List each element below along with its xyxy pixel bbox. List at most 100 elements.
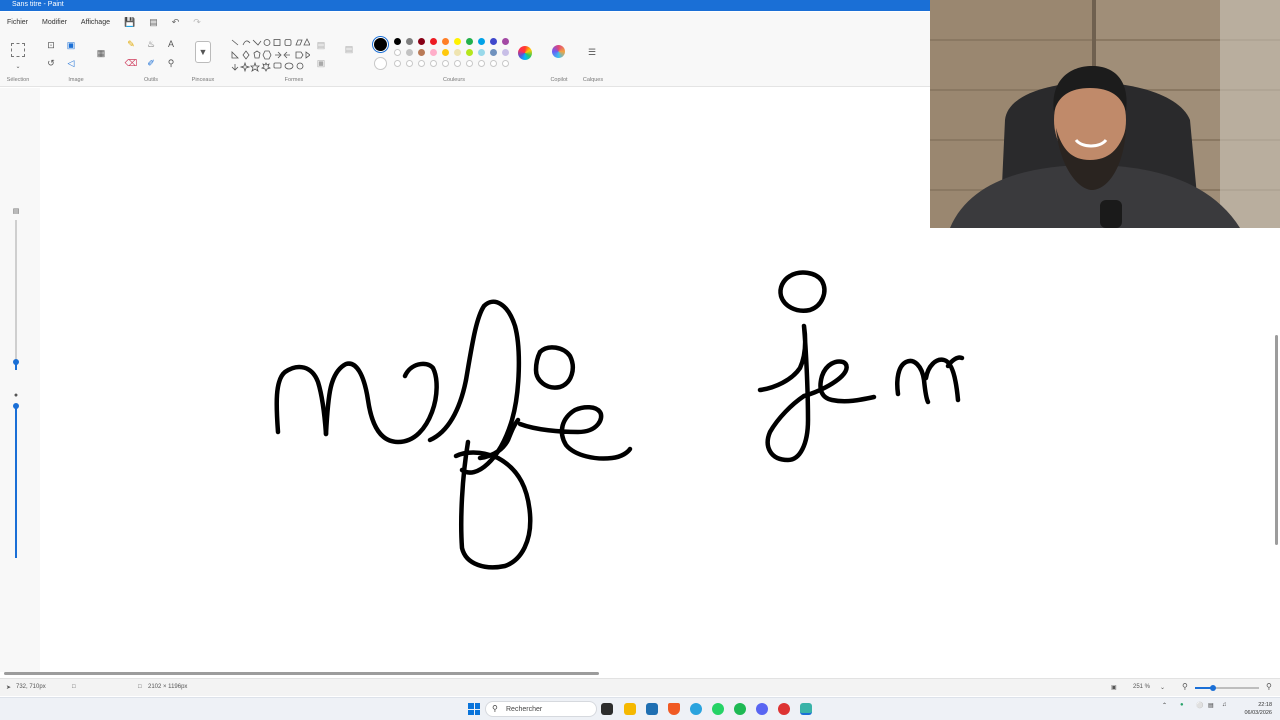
brush-size-slider[interactable] [15, 220, 17, 370]
color-swatch[interactable] [442, 49, 449, 56]
paint-app-icon[interactable] [800, 703, 812, 715]
eraser-icon[interactable]: ⌫ [124, 56, 138, 70]
clock-date: 06/03/2026 [1244, 710, 1272, 716]
chevron-down-icon[interactable]: ⌄ [11, 59, 25, 73]
color-swatch[interactable] [466, 49, 473, 56]
color-swatch[interactable] [490, 49, 497, 56]
tray-chevron-icon[interactable]: ⌃ [1162, 702, 1167, 709]
color-swatch[interactable] [466, 38, 473, 45]
opacity-slider[interactable] [15, 406, 17, 558]
selection-size-icon: □ [72, 684, 76, 690]
menu-fichier[interactable]: Fichier [7, 19, 28, 26]
stroke-m3 [945, 355, 965, 369]
opacity-knob[interactable] [13, 403, 19, 409]
custom-color-slot[interactable] [430, 60, 437, 67]
color-swatch[interactable] [454, 38, 461, 45]
zoom-slider-knob[interactable] [1210, 685, 1216, 691]
edit-colors-icon[interactable] [518, 46, 532, 60]
stroke-dot-j [778, 270, 827, 313]
microphone-icon[interactable]: ⚪ [1196, 702, 1203, 709]
taskbar-clock[interactable]: 22:18 06/03/2026 [1236, 701, 1272, 717]
brush-icon[interactable]: ▼ [195, 41, 211, 63]
resize-icon[interactable]: ▣ [64, 38, 78, 52]
crop-icon[interactable]: ⊡ [44, 38, 58, 52]
spotify-icon[interactable] [734, 703, 746, 715]
fill-bucket-icon[interactable]: ♨ [144, 37, 158, 51]
color-swatch[interactable] [418, 38, 425, 45]
vertical-scrollbar-thumb[interactable] [1275, 335, 1278, 545]
primary-color-swatch[interactable] [374, 38, 387, 51]
custom-color-slot[interactable] [394, 60, 401, 67]
taskbar-search[interactable]: ⚲ Rechercher [485, 701, 597, 717]
color-swatch[interactable] [406, 49, 413, 56]
horizontal-scrollbar[interactable] [4, 672, 1274, 675]
flip-icon[interactable]: ◁ [64, 56, 78, 70]
color-swatch[interactable] [454, 49, 461, 56]
shapes-gallery[interactable] [230, 38, 310, 74]
color-swatch[interactable] [442, 38, 449, 45]
brave-browser-icon[interactable] [668, 703, 680, 715]
copilot-icon[interactable] [552, 45, 565, 58]
fit-to-window-icon[interactable]: ▣ [1111, 684, 1117, 691]
store-icon[interactable] [646, 703, 658, 715]
taskbar-search-placeholder: Rechercher [506, 706, 543, 713]
text-icon[interactable]: A [164, 37, 178, 51]
pencil-icon[interactable]: ✎ [124, 37, 138, 51]
discord-icon[interactable] [756, 703, 768, 715]
undo-icon[interactable]: ↶ [172, 17, 180, 28]
color-swatch[interactable] [430, 49, 437, 56]
whatsapp-icon[interactable] [712, 703, 724, 715]
volume-icon[interactable]: ♫ [1222, 702, 1227, 708]
share-icon[interactable]: ▤ [149, 17, 158, 28]
custom-color-slot[interactable] [502, 60, 509, 67]
custom-color-slot[interactable] [442, 60, 449, 67]
zoom-level[interactable]: 251 % [1133, 684, 1150, 690]
color-swatch[interactable] [490, 38, 497, 45]
custom-color-slot[interactable] [418, 60, 425, 67]
windows-start-icon[interactable] [468, 703, 480, 715]
app-icon[interactable] [778, 703, 790, 715]
magnifier-icon[interactable]: ⚲ [164, 56, 178, 70]
horizontal-scrollbar-thumb[interactable] [4, 672, 599, 675]
secondary-color-swatch[interactable] [374, 57, 387, 70]
color-swatch[interactable] [478, 49, 485, 56]
color-picker-icon[interactable]: ✐ [144, 56, 158, 70]
color-swatch[interactable] [430, 38, 437, 45]
color-swatch[interactable] [394, 49, 401, 56]
save-icon[interactable]: 💾 [124, 17, 135, 28]
custom-color-slot[interactable] [466, 60, 473, 67]
color-swatch[interactable] [406, 38, 413, 45]
webcam-video-frame [930, 0, 1280, 228]
task-view-icon[interactable] [601, 703, 613, 715]
color-swatch[interactable] [502, 49, 509, 56]
shape-fill-icon[interactable]: ▣ [314, 56, 328, 70]
shape-options-icon[interactable]: ▤ [342, 42, 356, 56]
brush-size-knob[interactable] [13, 359, 19, 365]
rotate-icon[interactable]: ↺ [44, 56, 58, 70]
file-explorer-icon[interactable] [624, 703, 636, 715]
image-select-icon[interactable]: ▦ [94, 46, 108, 60]
custom-color-slot[interactable] [454, 60, 461, 67]
zoom-in-icon[interactable]: ⚲ [1266, 682, 1272, 691]
color-swatch[interactable] [418, 49, 425, 56]
custom-color-slot[interactable] [406, 60, 413, 67]
layers-icon[interactable]: ☰ [585, 45, 599, 59]
layers-label: Calques [582, 77, 604, 83]
color-swatch[interactable] [478, 38, 485, 45]
network-icon[interactable]: ▤ [1208, 702, 1214, 709]
menu-affichage[interactable]: Affichage [81, 19, 110, 26]
color-swatch[interactable] [394, 38, 401, 45]
custom-color-slot[interactable] [478, 60, 485, 67]
tray-app-icon[interactable]: ● [1180, 702, 1184, 708]
custom-color-slot[interactable] [490, 60, 497, 67]
shape-outline-icon[interactable]: ▤ [314, 38, 328, 52]
menu-modifier[interactable]: Modifier [42, 19, 67, 26]
zoom-slider[interactable] [1195, 685, 1259, 691]
redo-icon[interactable]: ↷ [193, 17, 201, 28]
zoom-out-icon[interactable]: ⚲ [1182, 682, 1188, 691]
color-swatch[interactable] [502, 38, 509, 45]
telegram-icon[interactable] [690, 703, 702, 715]
zoom-dropdown-icon[interactable]: ⌄ [1160, 684, 1165, 691]
selection-icon[interactable] [11, 43, 25, 57]
stroke-e [517, 405, 633, 461]
